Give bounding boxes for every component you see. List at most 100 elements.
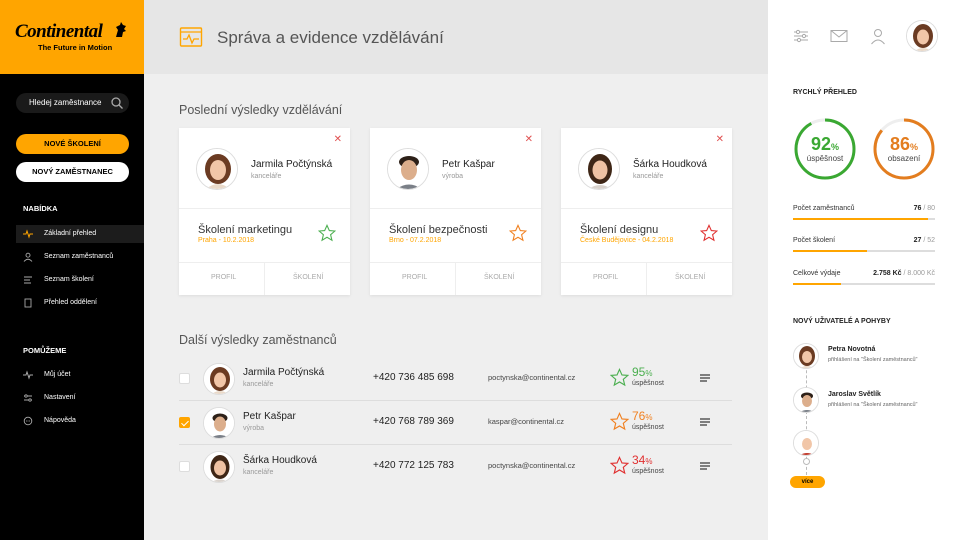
employee-name[interactable]: Jarmila Počtýnská (243, 367, 324, 378)
activity-title: NOVÝ UŽIVATELÉ A POHYBY (793, 318, 891, 325)
employee-name[interactable]: Petr Kašpar (243, 411, 296, 422)
user-icon[interactable] (869, 27, 887, 45)
sliders-icon[interactable] (792, 27, 810, 45)
success-rate-unit: % (645, 413, 653, 422)
menu-item-label: Můj účet (44, 371, 71, 378)
employee-name[interactable]: Jarmila Počtýnská (251, 159, 332, 170)
training-link[interactable]: ŠKOLENÍ (484, 274, 514, 281)
menu-item-label: Přehled oddělení (44, 299, 97, 306)
employee-department: kanceláře (633, 173, 664, 180)
table-row[interactable]: Petr Kašpar výroba +420 768 789 369 kasp… (179, 401, 732, 445)
menu-item-settings[interactable]: Nastavení (16, 389, 144, 407)
success-rate: 95% (632, 365, 652, 379)
gauge-label: obsazení (887, 154, 921, 163)
progress-fill (793, 218, 928, 220)
sliders-icon (24, 394, 32, 402)
menu-lines-icon[interactable] (700, 417, 710, 427)
activity-user-name[interactable]: Jaroslav Světlík (828, 391, 881, 398)
menu-item-departments[interactable]: Přehled oddělení (16, 294, 144, 312)
menu-title: NABÍDKA (23, 204, 58, 213)
employee-department: kanceláře (243, 469, 274, 476)
result-card: ✕ Jarmila Počtýnská kanceláře Školení ma… (179, 128, 350, 295)
menu-item-overview[interactable]: Základní přehled (16, 225, 144, 243)
menu-lines-icon[interactable] (700, 373, 710, 383)
success-rate-value: 76 (632, 409, 646, 423)
training-link[interactable]: ŠKOLENÍ (293, 274, 323, 281)
menu-item-label: Nápověda (44, 417, 76, 424)
search-input[interactable]: Hledej zaměstnance (16, 93, 129, 113)
employee-name[interactable]: Šárka Houdková (633, 159, 707, 170)
profile-link[interactable]: PROFIL (402, 274, 427, 281)
occupancy-gauge: 86% obsazení (872, 117, 936, 181)
row-checkbox[interactable] (179, 461, 190, 472)
divider (370, 208, 541, 209)
doc-icon (24, 298, 32, 308)
new-training-button[interactable]: NOVÉ ŠKOLENÍ (16, 134, 129, 154)
stat-value-total: / 80 (921, 205, 935, 212)
stat-value-current: 2.758 Kč (873, 270, 902, 277)
employee-email[interactable]: kaspar@continental.cz (488, 417, 564, 426)
employee-phone: +420 736 485 698 (373, 372, 454, 383)
employee-email[interactable]: poctynska@continental.cz (488, 373, 575, 382)
row-checkbox[interactable] (179, 417, 190, 428)
recent-section-title: Poslední výsledky vzdělávání (179, 103, 343, 117)
divider (264, 262, 265, 295)
activity-user-name[interactable]: Petra Novotná (828, 346, 875, 353)
close-icon[interactable]: ✕ (525, 134, 533, 145)
gauge-value-number: 92 (810, 134, 831, 154)
course-name: Školení marketingu (198, 224, 293, 236)
employee-name[interactable]: Petr Kašpar (442, 159, 495, 170)
row-checkbox[interactable] (179, 373, 190, 384)
profile-link[interactable]: PROFIL (211, 274, 236, 281)
list-icon (24, 276, 32, 284)
success-rate-value: 34 (632, 453, 646, 467)
page-title: Správa a evidence vzdělávání (217, 28, 444, 47)
employee-email[interactable]: poctynska@continental.cz (488, 461, 575, 470)
close-icon[interactable]: ✕ (334, 134, 342, 145)
logo[interactable]: Continental The Future in Motion (0, 0, 144, 74)
employee-name[interactable]: Šárka Houdková (243, 455, 317, 466)
employee-phone: +420 772 125 783 (373, 460, 454, 471)
employee-phone: +420 768 789 369 (373, 416, 454, 427)
more-button[interactable]: více (790, 476, 825, 488)
success-rate-label: úspěšnost (632, 468, 664, 475)
table-row[interactable]: Šárka Houdková kanceláře +420 772 125 78… (179, 445, 732, 489)
star-icon (610, 456, 629, 475)
mail-icon[interactable] (830, 27, 848, 45)
success-rate-unit: % (645, 457, 653, 466)
close-icon[interactable]: ✕ (716, 134, 724, 145)
employee-department: výroba (442, 173, 464, 180)
avatar (196, 148, 238, 190)
star-icon (610, 412, 629, 431)
activity-description: přihlášení na "Školení zaměstnanců" (828, 357, 918, 363)
success-gauge: 92% úspěšnost (793, 117, 857, 181)
avatar (387, 148, 429, 190)
menu-lines-icon[interactable] (700, 461, 710, 471)
others-section-title: Další výsledky zaměstnanců (179, 333, 337, 347)
pulse-icon (23, 370, 33, 380)
divider (455, 262, 456, 295)
menu-item-trainings[interactable]: Seznam školení (16, 271, 144, 289)
menu-item-help[interactable]: Nápověda (16, 412, 144, 430)
table-row[interactable]: Jarmila Počtýnská kanceláře +420 736 485… (179, 357, 732, 401)
avatar (793, 387, 819, 413)
chat-icon (23, 416, 33, 426)
progress-fill (793, 283, 842, 285)
profile-link[interactable]: PROFIL (593, 274, 618, 281)
stat-value: 2.758 Kč / 8.000 Kč (873, 270, 935, 277)
menu-item-account[interactable]: Můj účet (16, 366, 144, 384)
timeline-dot (803, 458, 810, 465)
success-rate-label: úspěšnost (632, 380, 664, 387)
star-icon (610, 368, 629, 387)
gauge-value-number: 86 (889, 134, 910, 154)
gauge-value-unit: % (831, 142, 840, 152)
search-icon[interactable] (110, 96, 124, 110)
stat-value: 76 / 80 (914, 205, 935, 212)
employee-department: výroba (243, 425, 265, 432)
training-link[interactable]: ŠKOLENÍ (675, 274, 705, 281)
menu-item-employees[interactable]: Seznam zaměstnanců (16, 248, 144, 266)
right-panel: RYCHLÝ PŘEHLED 92% úspěšnost 86% obsazen… (768, 0, 960, 540)
user-avatar[interactable] (906, 20, 938, 52)
new-employee-button[interactable]: NOVÝ ZAMĚSTNANEC (16, 162, 129, 182)
avatar (203, 451, 235, 483)
